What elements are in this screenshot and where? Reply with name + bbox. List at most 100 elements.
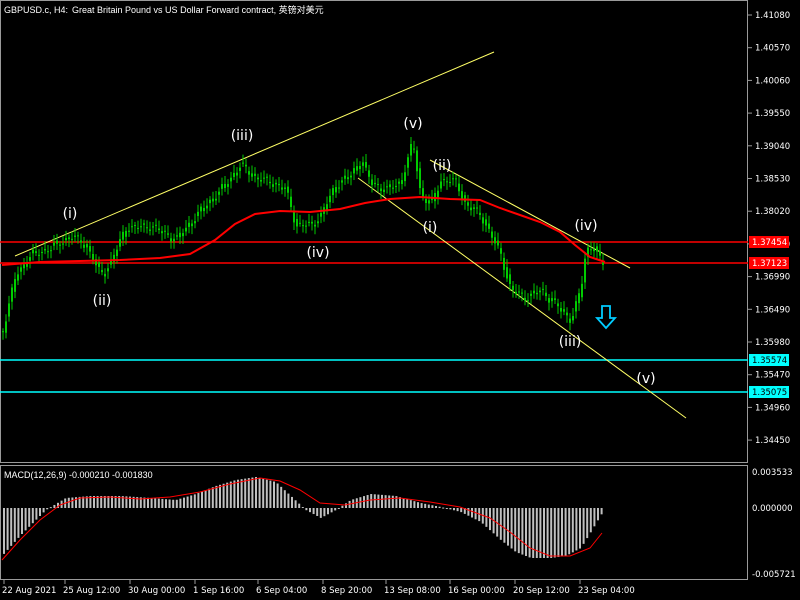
chart-canvas[interactable]: GBPUSD.c, H4: Great Britain Pound vs US D…	[0, 0, 800, 600]
price-tick-label: 1.40570	[755, 44, 790, 54]
macd-bar	[273, 481, 275, 508]
wave-label-iv-second: (iv)	[574, 218, 597, 234]
candle-body	[449, 181, 451, 183]
macd-bar	[341, 505, 344, 508]
price-tick-label: 1.39040	[755, 142, 790, 152]
macd-bar	[399, 497, 401, 508]
candle-body	[473, 207, 475, 209]
macd-bar	[597, 508, 599, 521]
candle-body	[338, 187, 340, 189]
macd-bar	[474, 508, 477, 520]
macd-bar	[373, 494, 376, 508]
candle-body	[251, 173, 253, 177]
macd-bar	[417, 502, 419, 508]
macd-bar	[39, 508, 41, 516]
candle-body	[239, 167, 241, 171]
candle-body	[566, 312, 568, 316]
candle-body	[227, 184, 229, 187]
macd-bar	[280, 486, 283, 508]
time-tick-label: 25 Aug 12:00	[63, 586, 120, 596]
macd-bar	[157, 498, 160, 508]
candle-body	[65, 238, 67, 241]
price-tick-label: 1.35470	[755, 371, 790, 381]
candle-body	[437, 190, 439, 198]
candle-body	[206, 205, 208, 209]
wave-label-v-first: (v)	[403, 116, 422, 132]
candle-body	[20, 267, 22, 272]
candle-body	[59, 244, 61, 246]
candle-body	[101, 269, 103, 273]
time-tick-label: 8 Sep 20:00	[321, 586, 372, 596]
macd-bar	[222, 483, 225, 508]
macd-bar	[287, 493, 290, 508]
candle-body	[314, 224, 316, 227]
candle-body	[296, 218, 298, 227]
macd-bar	[204, 490, 207, 508]
candle-body	[335, 187, 337, 193]
macd-bar	[384, 495, 387, 508]
candle-body	[509, 274, 511, 285]
time-axis[interactable]: 22 Aug 2021 25 Aug 12:00 30 Aug 00:00 1 Sep…	[2, 580, 635, 596]
macd-bar	[568, 508, 571, 555]
macd-bar	[424, 503, 427, 508]
macd-bar	[363, 496, 365, 508]
macd-bar	[21, 508, 23, 534]
candle-body	[497, 240, 499, 246]
candle-body	[155, 224, 157, 226]
candle-body	[302, 225, 304, 227]
macd-bar	[427, 504, 430, 508]
candle-body	[467, 202, 469, 206]
wave-label-iii-first: (iii)	[231, 128, 254, 144]
macd-bar	[539, 508, 542, 558]
macd-bar	[17, 508, 20, 538]
candle-body	[179, 232, 181, 238]
candle-body	[380, 188, 382, 192]
macd-bar	[201, 491, 203, 508]
macd-bar	[359, 497, 362, 508]
candle-body	[341, 180, 343, 183]
macd-bar	[175, 499, 178, 508]
macd-bar	[381, 494, 383, 508]
macd-bar	[294, 500, 297, 508]
candle-body	[26, 264, 28, 267]
macd-bar	[35, 508, 38, 520]
candle-body	[470, 207, 472, 211]
price-axis[interactable]: 1.41080 1.40570 1.40060 1.39550 1.39040 1.385…	[748, 11, 790, 446]
macd-bar	[316, 508, 319, 516]
candle-body	[29, 257, 31, 261]
candle-body	[494, 237, 496, 244]
macd-bar	[305, 508, 308, 511]
candle-body	[311, 221, 313, 224]
candle-body	[515, 291, 517, 294]
candle-body	[167, 233, 169, 235]
candle-body	[461, 191, 463, 200]
candle-body	[122, 231, 124, 240]
price-tick-label: 1.34960	[755, 403, 790, 413]
macd-bar	[229, 481, 232, 508]
candle-body	[230, 177, 232, 182]
macd-bar	[265, 479, 268, 508]
macd-bar	[445, 508, 448, 509]
macd-bar	[31, 508, 34, 524]
candle-body	[128, 230, 130, 232]
macd-bar	[460, 508, 463, 513]
macd-bar	[467, 508, 470, 516]
macd-bar	[589, 508, 592, 533]
macd-bar	[211, 487, 214, 508]
candle-body	[503, 257, 505, 270]
macd-bar	[276, 483, 279, 508]
candle-body	[242, 162, 244, 164]
macd-bar	[593, 508, 596, 527]
candle-body	[308, 221, 310, 223]
macd-bar	[471, 508, 473, 518]
candle-body	[23, 264, 25, 269]
macd-bar	[600, 508, 603, 515]
main-panel-frame	[0, 0, 748, 463]
candle-body	[17, 274, 19, 281]
chart-window[interactable]: GBPUSD.c, H4: Great Britain Pound vs US D…	[0, 0, 800, 600]
candle-body	[383, 189, 385, 193]
macd-bar	[499, 508, 502, 540]
candle-body	[38, 254, 40, 256]
candle-body	[125, 230, 127, 237]
macd-axis-zero: 0.000000	[752, 504, 793, 514]
